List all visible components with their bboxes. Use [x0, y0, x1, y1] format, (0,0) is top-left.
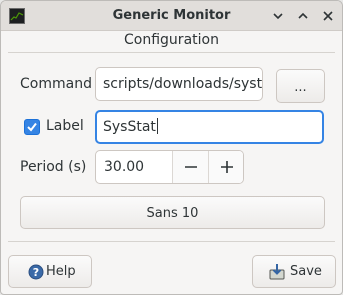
header-separator [8, 52, 335, 53]
command-label: Command [20, 76, 92, 92]
svg-text:?: ? [33, 266, 39, 279]
label-checkbox-label: Label [46, 118, 84, 134]
browse-button[interactable]: ... [276, 69, 325, 103]
save-button[interactable]: Save [252, 255, 336, 288]
minus-icon [185, 166, 197, 168]
period-value[interactable]: 30.00 [104, 159, 144, 175]
label-input[interactable]: SysStat [95, 110, 324, 144]
command-input[interactable]: scripts/downloads/systat [95, 67, 263, 101]
text-caret [156, 118, 158, 134]
save-label: Save [290, 264, 322, 279]
checkmark-icon [27, 122, 37, 132]
dialog-subtitle: Configuration [124, 32, 219, 48]
window-title: Generic Monitor [112, 8, 231, 23]
save-icon [268, 263, 286, 285]
label-input-text: SysStat [103, 119, 156, 135]
footer-separator [8, 241, 335, 242]
period-label: Period (s) [20, 159, 87, 175]
title-bar[interactable]: Generic Monitor [1, 1, 342, 31]
help-button[interactable]: ? Help [8, 255, 92, 288]
plus-icon [221, 161, 233, 173]
minimize-icon[interactable] [272, 10, 284, 22]
close-icon[interactable] [322, 10, 334, 22]
generic-monitor-dialog: Generic Monitor Configuration Command sc… [0, 0, 343, 295]
increment-button[interactable] [208, 151, 243, 183]
decrement-button[interactable] [172, 151, 208, 183]
label-checkbox[interactable] [24, 119, 40, 135]
maximize-icon[interactable] [297, 10, 309, 22]
font-button[interactable]: Sans 10 [20, 196, 325, 229]
period-spinbutton[interactable]: 30.00 [95, 150, 244, 184]
help-icon: ? [28, 264, 44, 284]
help-label: Help [46, 264, 76, 279]
